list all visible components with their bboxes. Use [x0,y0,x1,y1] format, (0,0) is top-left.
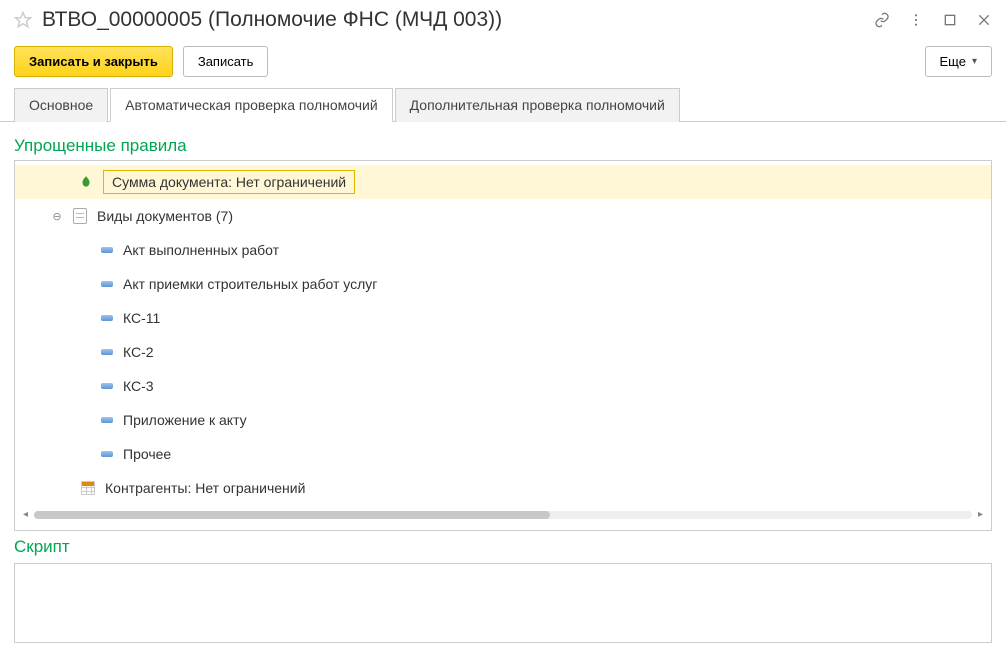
scroll-thumb[interactable] [34,511,550,519]
tree-row-child[interactable]: Акт выполненных работ [15,233,991,267]
content: Упрощенные правила Сумма документа: Нет … [0,122,1006,666]
tree-row-label: Акт приемки строительных работ услуг [123,276,377,292]
tree-row-child[interactable]: Прочее [15,437,991,471]
leaf-icon [79,175,93,189]
tree-row-counterparties[interactable]: Контрагенты: Нет ограничений [15,471,991,505]
section-rules-title: Упрощенные правила [14,130,992,160]
script-textarea[interactable] [14,563,992,643]
item-icon [101,417,113,423]
more-button-label: Еще [940,54,966,69]
save-and-close-button[interactable]: Записать и закрыть [14,46,173,77]
favorite-star-icon[interactable] [14,11,32,29]
collapse-icon[interactable]: ⊖ [51,210,63,223]
document-icon [73,208,87,224]
item-icon [101,451,113,457]
horizontal-scrollbar[interactable]: ◂ ▸ [15,505,991,526]
tree-panel: Сумма документа: Нет ограничений ⊖ Виды … [14,160,992,531]
tree-row-child[interactable]: КС-11 [15,301,991,335]
more-button[interactable]: Еще ▾ [925,46,992,77]
save-button[interactable]: Записать [183,46,269,77]
kebab-menu-icon[interactable] [908,12,924,28]
window-title: ВТВО_00000005 (Полномочие ФНС (МЧД 003)) [42,8,864,32]
tree-row-child[interactable]: КС-2 [15,335,991,369]
tree-row-child[interactable]: КС-3 [15,369,991,403]
tree-row-label: Прочее [123,446,171,462]
item-icon [101,383,113,389]
tabs: Основное Автоматическая проверка полномо… [0,87,1006,122]
tree: Сумма документа: Нет ограничений ⊖ Виды … [15,165,991,505]
table-icon [81,481,95,495]
item-icon [101,247,113,253]
tree-row-label: Акт выполненных работ [123,242,279,258]
tree-row-sum[interactable]: Сумма документа: Нет ограничений [15,165,991,199]
tree-row-label: Виды документов (7) [97,208,233,224]
scroll-right-icon[interactable]: ▸ [978,509,983,520]
scroll-left-icon[interactable]: ◂ [23,509,28,520]
tree-row-label: КС-11 [123,310,160,326]
tree-row-child[interactable]: Акт приемки строительных работ услуг [15,267,991,301]
tree-row-label: Сумма документа: Нет ограничений [103,170,355,194]
tab-main[interactable]: Основное [14,88,108,122]
item-icon [101,281,113,287]
item-icon [101,349,113,355]
titlebar-controls [874,12,992,28]
titlebar: ВТВО_00000005 (Полномочие ФНС (МЧД 003)) [0,0,1006,36]
item-icon [101,315,113,321]
chevron-down-icon: ▾ [972,56,977,67]
tree-row-label: Контрагенты: Нет ограничений [105,480,305,496]
tree-row-label: Приложение к акту [123,412,247,428]
section-script-title: Скрипт [14,531,992,561]
link-icon[interactable] [874,12,890,28]
tab-extra-check[interactable]: Дополнительная проверка полномочий [395,88,680,122]
tree-row-label: КС-3 [123,378,154,394]
toolbar: Записать и закрыть Записать Еще ▾ [0,36,1006,87]
window: ВТВО_00000005 (Полномочие ФНС (МЧД 003))… [0,0,1006,666]
scroll-track[interactable] [34,511,972,519]
maximize-icon[interactable] [942,12,958,28]
tree-row-doc-types[interactable]: ⊖ Виды документов (7) [15,199,991,233]
tab-auto-check[interactable]: Автоматическая проверка полномочий [110,88,393,122]
tree-row-child[interactable]: Приложение к акту [15,403,991,437]
tree-row-label: КС-2 [123,344,154,360]
close-icon[interactable] [976,12,992,28]
